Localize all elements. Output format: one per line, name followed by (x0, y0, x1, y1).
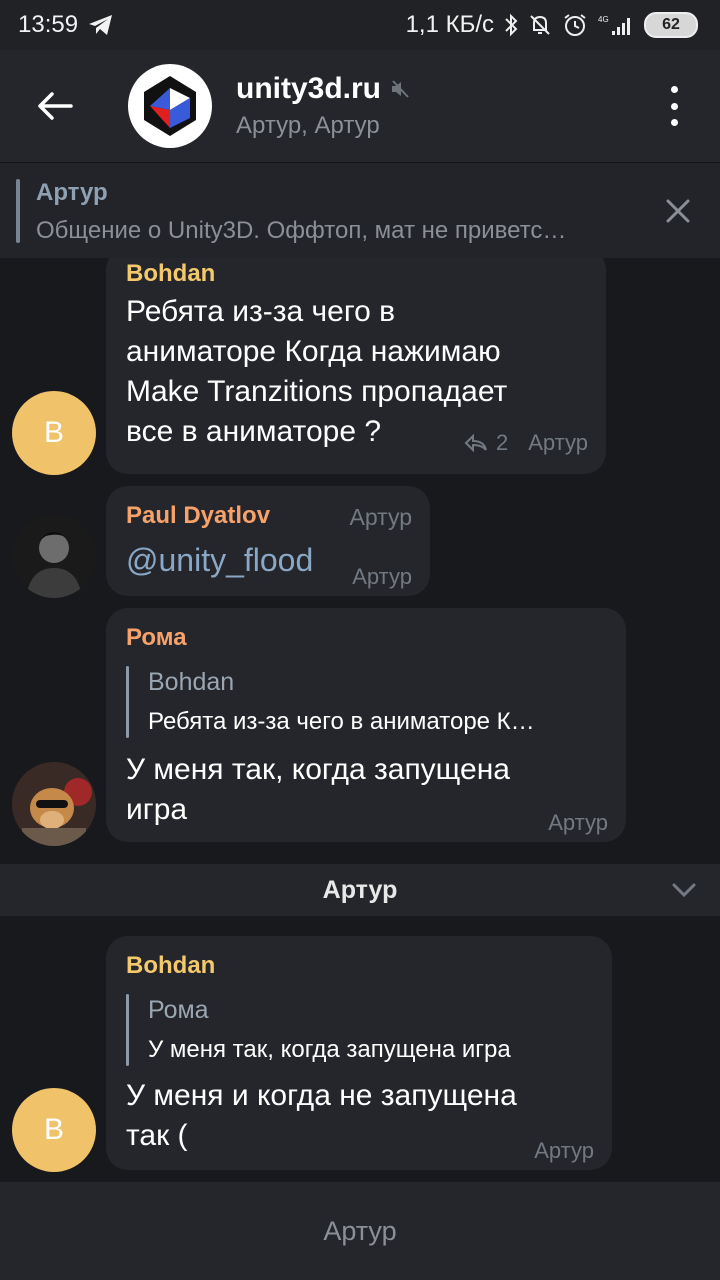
message-signature: Артур (352, 564, 412, 589)
chevron-down-icon[interactable] (670, 876, 698, 904)
message-list[interactable]: Bohdan Ребята из-за чего в аниматоре Ког… (0, 258, 720, 1182)
message-text: У меня так, когда запущена игра (126, 750, 510, 830)
back-button[interactable] (0, 50, 110, 162)
user-avatar[interactable] (12, 762, 96, 846)
pinned-indicator (16, 179, 20, 243)
more-dot (670, 102, 678, 110)
status-bar: 13:59 1,1 КБ/с 4G 62 (0, 0, 720, 50)
mention-link[interactable]: @unity_flood (126, 540, 313, 580)
message-header-signature: Артур (349, 504, 412, 530)
message-line: аниматоре Когда нажимаю (126, 335, 501, 368)
pinned-text: Общение о Unity3D. Оффтоп, мат не привет… (36, 217, 567, 244)
person-photo-icon (12, 514, 96, 598)
quote-text[interactable]: Ребята из-за чего в аниматоре К… (148, 708, 535, 736)
quote-text[interactable]: У меня так, когда запущена игра (148, 1036, 511, 1064)
close-pinned-button[interactable] (658, 191, 698, 231)
bottom-bar-label: Артур (323, 1215, 397, 1246)
group-avatar[interactable] (128, 64, 212, 148)
reply-icon (464, 434, 487, 452)
message-signature: Артур (528, 430, 588, 455)
alarm-icon (562, 13, 588, 37)
message-bubble[interactable]: Paul Dyatlov Артур @unity_flood Артур (106, 486, 430, 596)
message-bubble[interactable]: Рома Bohdan Ребята из-за чего в аниматор… (106, 608, 626, 842)
bluetooth-icon (504, 13, 518, 37)
message-line: так ( (126, 1119, 188, 1152)
dog-photo-icon (12, 762, 96, 846)
user-avatar[interactable]: B (12, 1088, 96, 1172)
battery-icon: 62 (644, 12, 698, 38)
message-line: игра (126, 793, 188, 826)
reply-count: 2 (496, 430, 509, 455)
message-signature: Артур (548, 810, 608, 835)
bottom-bar[interactable]: Артур (0, 1182, 720, 1280)
chat-header: unity3d.ru Артур, Артур (0, 50, 720, 162)
message-sender[interactable]: Bohdan (126, 952, 215, 980)
more-dot (670, 86, 678, 93)
message-line: все в аниматоре ? (126, 415, 382, 448)
svg-text:4G: 4G (598, 15, 609, 24)
quote-author: Рома (148, 996, 209, 1024)
more-dot (670, 119, 678, 126)
back-arrow-icon (38, 92, 73, 120)
close-icon (666, 199, 690, 223)
message-sender[interactable]: Paul Dyatlov (126, 502, 270, 530)
date-separator: Артур (0, 864, 720, 916)
pinned-message[interactable]: Артур Общение о Unity3D. Оффтоп, мат не … (0, 162, 720, 259)
chat-subtitle: Артур, Артур (236, 112, 380, 139)
quote-author: Bohdan (148, 668, 235, 696)
date-separator-label: Артур (322, 875, 398, 904)
message-line: Make Tranzitions пропадает (126, 375, 508, 408)
chat-title: unity3d.ru (236, 72, 382, 105)
signal-icon: 4G (598, 13, 634, 37)
message-line: У меня и когда не запущена (126, 1079, 517, 1112)
unity-logo-icon (144, 76, 196, 136)
network-speed: 1,1 КБ/с (405, 11, 494, 38)
message-line: У меня так, когда запущена (126, 753, 510, 786)
message-text: Ребята из-за чего в аниматоре Когда нажи… (126, 292, 507, 452)
quote-indicator (126, 666, 129, 738)
message-sender[interactable]: Bohdan (126, 260, 215, 288)
message-meta: 2 Артур (464, 430, 588, 456)
pinned-title: Артур (36, 179, 108, 206)
status-time: 13:59 (18, 11, 79, 38)
chat-info[interactable]: unity3d.ru Артур, Артур (236, 72, 411, 140)
muted-icon (392, 80, 409, 98)
user-avatar[interactable] (12, 514, 96, 598)
message-signature: Артур (534, 1138, 594, 1163)
message-bubble[interactable]: Bohdan Ребята из-за чего в аниматоре Ког… (106, 258, 606, 474)
more-options-button[interactable] (656, 86, 692, 126)
telegram-icon (88, 14, 114, 36)
message-bubble[interactable]: Bohdan Рома У меня так, когда запущена и… (106, 936, 612, 1170)
quote-indicator (126, 994, 129, 1066)
message-text: У меня и когда не запущена так ( (126, 1076, 517, 1156)
message-line: Ребята из-за чего в (126, 295, 396, 328)
message-sender[interactable]: Рома (126, 624, 187, 652)
mute-bell-icon (528, 13, 552, 37)
user-avatar[interactable]: B (12, 391, 96, 475)
